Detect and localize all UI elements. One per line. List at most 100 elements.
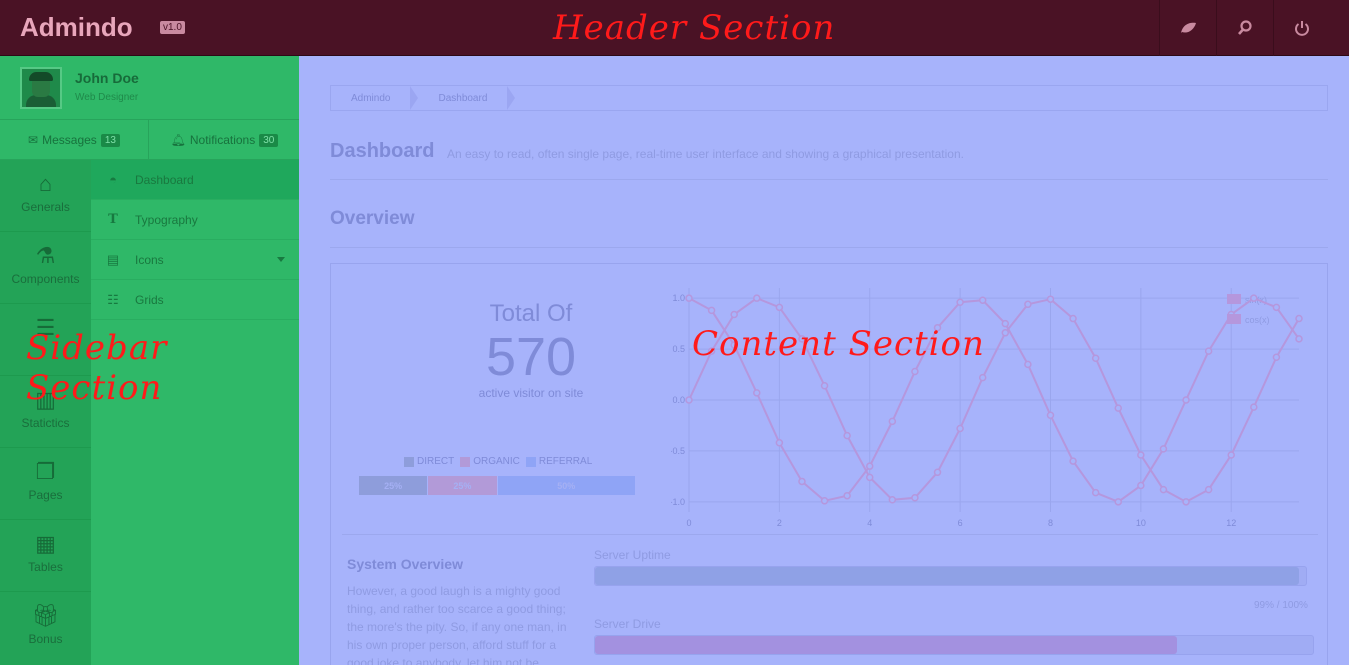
data-point [1159, 485, 1168, 494]
server-uptime-label: Server Uptime [594, 548, 671, 562]
data-point [1001, 329, 1010, 337]
search-icon [1238, 20, 1252, 35]
data-point [1091, 354, 1100, 363]
power-button[interactable] [1273, 0, 1330, 56]
server-drive-label: Server Drive [594, 617, 661, 631]
nav-tables[interactable]: ▦ Tables [0, 520, 91, 592]
brand-logo[interactable]: Admindo [20, 12, 133, 43]
data-point [865, 473, 874, 482]
x-tick-label: 2 [777, 518, 782, 528]
data-point [707, 306, 716, 315]
data-point [820, 381, 829, 390]
data-point [1046, 295, 1055, 303]
home-icon: ⌂ [38, 171, 53, 196]
notifications-label: Notifications [189, 133, 256, 147]
leaf-icon [1181, 22, 1196, 33]
traffic-progress-bar: 25% 25% 50% [359, 476, 636, 495]
x-tick-label: 10 [1136, 518, 1146, 528]
submenu-grids[interactable]: ☷ Grids [91, 280, 299, 320]
data-point [865, 462, 874, 470]
nav-components-label: Components [11, 272, 80, 286]
nav-bonus[interactable]: 🎁︎ Bonus [0, 592, 91, 664]
visitor-caption: active visitor on site [478, 386, 584, 400]
data-point [685, 294, 693, 302]
data-point [1204, 347, 1213, 355]
messages-label: Messages [42, 133, 97, 147]
data-point [1204, 485, 1213, 494]
data-point [956, 298, 964, 307]
submenu-icons[interactable]: ▤ Icons [91, 240, 299, 280]
header: Admindo v1.0 Header Section [0, 0, 1349, 56]
submenu-grids-label: Grids [135, 292, 164, 307]
data-point [978, 296, 987, 304]
data-point [956, 424, 964, 433]
table-icon: ▦ [35, 531, 56, 556]
nav-components[interactable]: ⚗ Components [0, 232, 91, 304]
nav-statictics-label: Statictics [21, 416, 70, 430]
notifications-link[interactable]: 🔔︎ Notifications 30 [150, 120, 299, 160]
breadcrumb-current: Dashboard [438, 92, 488, 104]
legend-swatch [1227, 294, 1241, 304]
data-point [753, 294, 761, 302]
data-point [1295, 335, 1303, 343]
version-badge: v1.0 [160, 21, 185, 34]
nav-pages[interactable]: ❐ Pages [0, 448, 91, 520]
line-chart: 1.00.50.0-0.5-1.0024681012sin(x)cos(x) [671, 288, 1303, 528]
legend-label: cos(x) [1245, 315, 1270, 325]
search-button[interactable] [1216, 0, 1273, 56]
data-point [775, 303, 784, 312]
gift-icon: 🎁︎ [31, 603, 60, 628]
user-profile: John Doe Web Designer [0, 56, 299, 120]
submenu-typography[interactable]: T Typography [91, 200, 299, 240]
x-tick-label: 6 [958, 518, 963, 528]
y-tick-label: 0.5 [672, 344, 685, 354]
user-role: Web Designer [75, 92, 139, 103]
header-annotation: Header Section [553, 8, 836, 48]
data-point [1182, 498, 1190, 506]
avatar[interactable] [20, 67, 62, 109]
data-point [978, 373, 987, 382]
sidebar: John Doe Web Designer ✉ Messages 13 🔔︎ N… [0, 56, 299, 665]
y-tick-label: -0.5 [671, 446, 685, 456]
data-point [911, 367, 919, 376]
data-point [888, 417, 897, 426]
data-point [1114, 498, 1123, 506]
breadcrumb-home[interactable]: Admindo [331, 93, 410, 104]
messages-link[interactable]: ✉ Messages 13 [0, 120, 149, 160]
overview-heading: Overview [330, 208, 415, 229]
server-uptime-percent: 99% / 100% [1254, 600, 1308, 611]
data-point [1137, 451, 1145, 459]
breadcrumb: Admindo Dashboard [330, 85, 1328, 111]
data-point [798, 477, 806, 486]
server-drive-bar [594, 635, 1314, 655]
submenu-typography-label: Typography [135, 212, 198, 227]
data-point [911, 493, 919, 502]
segment-referral: 50% [497, 476, 636, 495]
content-annotation: Content Section [692, 324, 985, 364]
page-title: Dashboard [330, 140, 435, 162]
data-point [1137, 481, 1145, 490]
y-tick-label: 1.0 [672, 293, 685, 303]
data-point [1182, 396, 1190, 404]
content-area: Admindo Dashboard Dashboard An easy to r… [299, 56, 1349, 665]
data-point [1159, 445, 1168, 453]
nav-generals[interactable]: ⌂ Generals [0, 160, 91, 232]
data-point [843, 491, 851, 500]
submenu-dashboard[interactable]: ◓ Dashboard [91, 160, 299, 200]
data-point [1272, 353, 1281, 361]
legend-organic: ORGANIC [460, 456, 520, 467]
divider [342, 534, 1318, 535]
messages-count: 13 [100, 133, 120, 147]
main-nav-rail: ⌂ Generals ⚗ Components ☰ ▥ Statictics ❐… [0, 160, 91, 665]
page-subtitle: An easy to read, often single page, real… [447, 147, 964, 161]
y-tick-label: -1.0 [671, 497, 685, 507]
submenu-dashboard-label: Dashboard [135, 172, 194, 187]
grid-icon: ☷ [107, 291, 119, 307]
data-point [1069, 314, 1077, 323]
leaf-button[interactable] [1159, 0, 1216, 56]
legend-referral: REFERRAL [525, 456, 592, 467]
bell-icon: 🔔︎ [170, 133, 186, 147]
data-point [843, 431, 851, 440]
notification-bar: ✉ Messages 13 🔔︎ Notifications 30 [0, 120, 299, 160]
data-point [933, 468, 942, 477]
